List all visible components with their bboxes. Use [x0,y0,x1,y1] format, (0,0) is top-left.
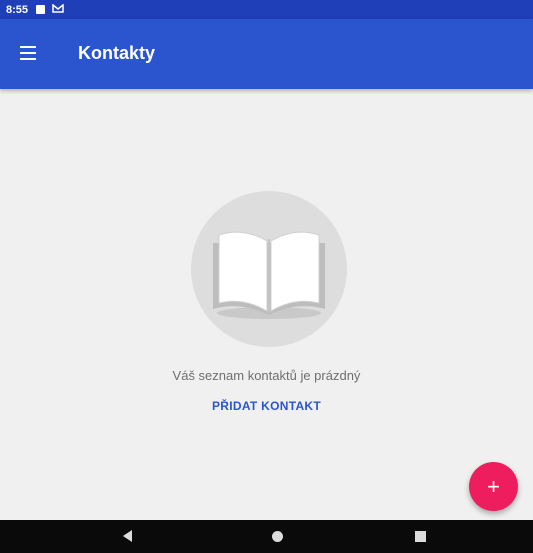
navigation-bar [0,520,533,553]
app-bar: Kontakty [0,19,533,89]
add-contact-fab[interactable]: + [469,462,518,511]
status-time: 8:55 [6,3,29,16]
back-icon[interactable] [123,530,132,542]
recents-icon[interactable] [415,531,426,542]
status-bar: 8:55 [0,0,533,19]
empty-state-message: Váš seznam kontaktů je prázdný [172,368,361,383]
plus-icon: + [487,474,500,499]
add-contact-button[interactable]: PŘIDAT KONTAKT [0,399,533,413]
menu-icon[interactable] [20,46,36,60]
home-icon[interactable] [272,531,283,542]
sim-icon [52,2,64,16]
notification-square-icon [36,5,46,14]
open-book-icon [191,191,347,347]
page-title: Kontakty [78,43,156,63]
